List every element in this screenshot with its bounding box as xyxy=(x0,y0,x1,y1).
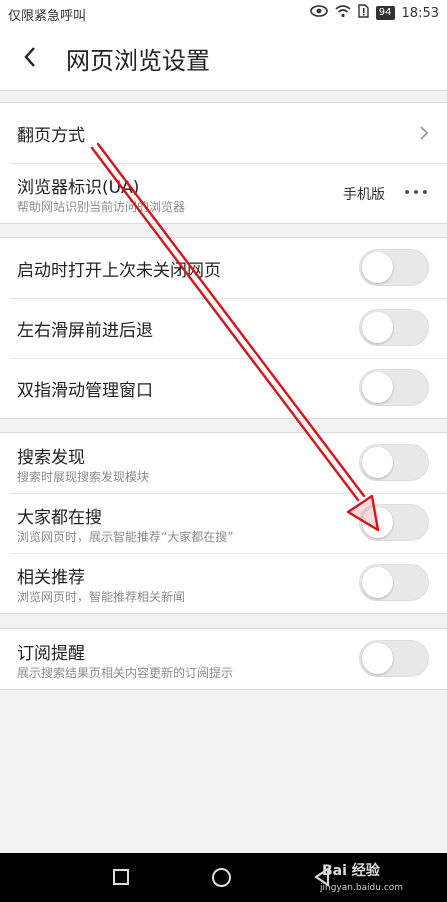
page-title: 网页浏览设置 xyxy=(66,47,210,75)
setting-description: 展示搜索结果页相关内容更新的订阅提示 xyxy=(17,666,234,680)
setting-label: 浏览器标识(UA) xyxy=(17,178,140,198)
sim-alert-icon xyxy=(358,4,369,22)
toggle-switch[interactable] xyxy=(359,369,429,406)
setting-label: 大家都在搜 xyxy=(17,508,102,528)
toggle-switch[interactable] xyxy=(359,309,429,346)
eye-icon xyxy=(309,5,328,21)
setting-label: 左右滑屏前进后退 xyxy=(17,321,153,341)
more-icon[interactable] xyxy=(405,190,427,194)
setting-label: 翻页方式 xyxy=(17,126,85,146)
clock: 18:53 xyxy=(401,5,439,21)
toggle-switch[interactable] xyxy=(359,504,429,541)
setting-description: 浏览网页时，展示智能推荐“大家都在搜” xyxy=(17,530,234,544)
toggle-switch[interactable] xyxy=(359,444,429,481)
home-icon[interactable] xyxy=(212,868,231,887)
settings-group-gestures: 启动时打开上次未关闭网页 左右滑屏前进后退 双指滑动管理窗口 xyxy=(0,237,447,419)
recent-apps-icon[interactable] xyxy=(113,869,129,885)
setting-restore-last-pages: 启动时打开上次未关闭网页 xyxy=(0,238,447,298)
setting-description: 浏览网页时，智能推荐相关新闻 xyxy=(17,590,186,604)
toggle-switch[interactable] xyxy=(359,564,429,601)
setting-subscription-reminder: 订阅提醒 展示搜索结果页相关内容更新的订阅提示 xyxy=(0,629,447,689)
setting-description: 帮助网站识别当前访问的浏览器 xyxy=(17,200,186,214)
toggle-switch[interactable] xyxy=(359,249,429,286)
chevron-right-icon xyxy=(419,125,429,141)
watermark-brand: Bai 经验 xyxy=(322,863,380,879)
setting-two-finger-windows: 双指滑动管理窗口 xyxy=(0,358,447,418)
app-header: 网页浏览设置 xyxy=(0,26,447,91)
settings-group-recommendations: 搜索发现 搜索时展现搜索发现模块 大家都在搜 浏览网页时，展示智能推荐“大家都在… xyxy=(0,432,447,614)
settings-group-navigation: 翻页方式 浏览器标识(UA) 帮助网站识别当前访问的浏览器 手机版 xyxy=(0,102,447,224)
setting-label: 启动时打开上次未关闭网页 xyxy=(17,261,221,281)
setting-swipe-navigation: 左右滑屏前进后退 xyxy=(0,298,447,358)
setting-user-agent[interactable]: 浏览器标识(UA) 帮助网站识别当前访问的浏览器 手机版 xyxy=(0,163,447,223)
setting-label: 双指滑动管理窗口 xyxy=(17,381,153,401)
setting-related-recommendations: 相关推荐 浏览网页时，智能推荐相关新闻 xyxy=(0,553,447,613)
watermark-url: jingyan.baidu.com xyxy=(320,883,404,893)
wifi-icon xyxy=(335,4,351,22)
setting-page-turn-mode[interactable]: 翻页方式 xyxy=(0,103,447,163)
carrier-text: 仅限紧急呼叫 xyxy=(8,9,87,24)
settings-group-subscription: 订阅提醒 展示搜索结果页相关内容更新的订阅提示 xyxy=(0,628,447,690)
setting-description: 搜索时展现搜索发现模块 xyxy=(17,470,150,484)
setting-search-discovery: 搜索发现 搜索时展现搜索发现模块 xyxy=(0,433,447,493)
toggle-switch[interactable] xyxy=(359,640,429,677)
setting-label: 订阅提醒 xyxy=(17,644,85,664)
setting-label: 相关推荐 xyxy=(17,568,85,588)
status-bar: 仅限紧急呼叫 94 18:53 xyxy=(0,0,447,26)
setting-label: 搜索发现 xyxy=(17,448,85,468)
setting-value: 手机版 xyxy=(343,187,385,203)
setting-everyone-searching: 大家都在搜 浏览网页时，展示智能推荐“大家都在搜” xyxy=(0,493,447,553)
back-arrow-icon[interactable] xyxy=(18,42,44,72)
battery-level: 94 xyxy=(375,6,395,20)
